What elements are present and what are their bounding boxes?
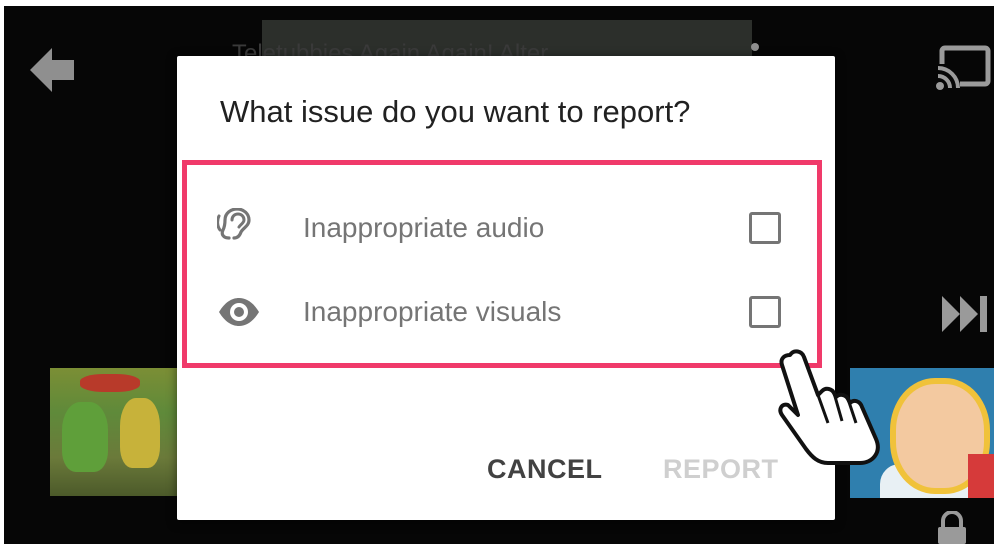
dialog-title: What issue do you want to report?: [220, 94, 691, 129]
option-label: Inappropriate audio: [303, 212, 545, 243]
visuals-checkbox[interactable]: [749, 296, 781, 328]
cancel-button[interactable]: CANCEL: [487, 454, 603, 485]
thumbnail-left[interactable]: [50, 368, 184, 496]
report-dialog: What issue do you want to report? Inappr…: [177, 56, 835, 520]
thumbnail-figure: [968, 454, 994, 498]
thumbnail-figure: [62, 402, 108, 472]
option-inappropriate-visuals[interactable]: Inappropriate visuals: [177, 282, 835, 342]
ear-icon: [217, 208, 251, 240]
option-inappropriate-audio[interactable]: Inappropriate audio: [177, 198, 835, 258]
thumbnail-figure: [120, 398, 160, 468]
thumbnail-figure: [80, 374, 140, 392]
hand-pointer-icon: [778, 349, 880, 465]
lock-icon[interactable]: [934, 511, 970, 544]
skip-next-icon[interactable]: [940, 294, 990, 334]
option-label: Inappropriate visuals: [303, 296, 562, 327]
audio-checkbox[interactable]: [749, 212, 781, 244]
cast-icon[interactable]: [934, 44, 992, 92]
back-arrow-icon[interactable]: [26, 44, 78, 96]
eye-icon: [219, 298, 259, 326]
report-button[interactable]: REPORT: [663, 454, 779, 485]
